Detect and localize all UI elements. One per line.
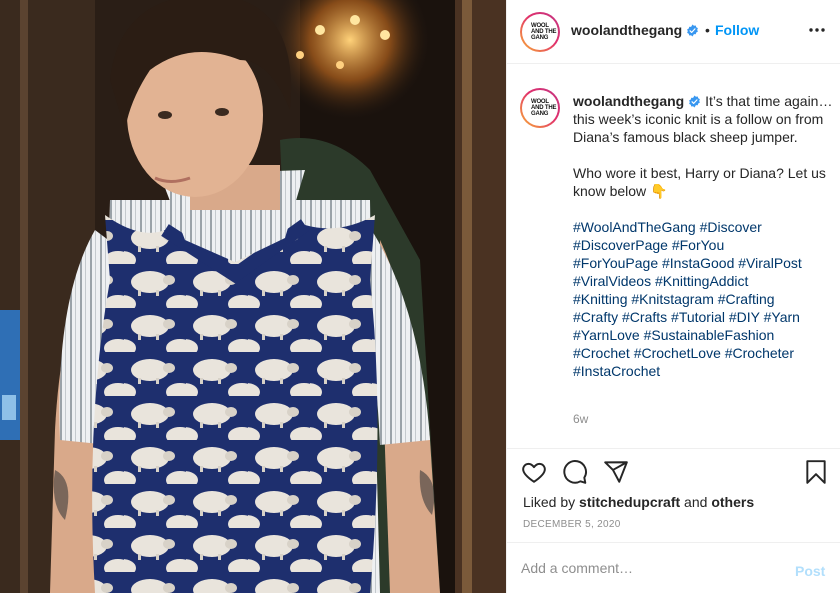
follow-button[interactable]: Follow [715, 22, 759, 38]
header-separator: • [705, 22, 710, 38]
avatar-logo: WOOL AND THE GANG [531, 99, 557, 117]
post-side-panel: WOOL AND THE GANG woolandthegang • Follo… [506, 0, 840, 593]
verified-badge-icon [689, 95, 701, 108]
time-ago[interactable]: 6w [573, 412, 588, 426]
comment-bar: Post [507, 542, 840, 595]
caption-hashtags[interactable]: #WoolAndTheGang #Discover #DiscoverPage … [573, 219, 802, 379]
heart-icon[interactable] [521, 459, 547, 485]
post-comment-button[interactable]: Post [795, 563, 825, 579]
post-photo[interactable] [0, 0, 506, 593]
more-options-icon[interactable] [807, 22, 827, 38]
liked-by-others[interactable]: others [711, 494, 754, 510]
post-date[interactable]: DECEMBER 5, 2020 [523, 519, 621, 530]
header-username[interactable]: woolandthegang [571, 22, 699, 38]
header-avatar[interactable]: WOOL AND THE GANG [520, 12, 560, 52]
photo-illustration [0, 0, 506, 593]
comment-icon[interactable] [562, 459, 588, 485]
action-bar: Liked by stitchedupcraft and others DECE… [507, 448, 840, 594]
caption-username[interactable]: woolandthegang [573, 93, 684, 109]
share-icon[interactable] [603, 459, 629, 485]
caption-text: woolandthegang It’s that time again… thi… [573, 92, 840, 380]
verified-badge-icon [687, 24, 699, 37]
post-header: WOOL AND THE GANG woolandthegang • Follo… [507, 0, 840, 64]
liked-by-user[interactable]: stitchedupcraft [579, 494, 680, 510]
avatar-logo: WOOL AND THE GANG [531, 23, 557, 41]
likes-summary: Liked by stitchedupcraft and others [523, 494, 755, 510]
comment-input[interactable] [521, 557, 771, 579]
bookmark-icon[interactable] [803, 459, 829, 485]
caption-avatar[interactable]: WOOL AND THE GANG [520, 88, 560, 128]
